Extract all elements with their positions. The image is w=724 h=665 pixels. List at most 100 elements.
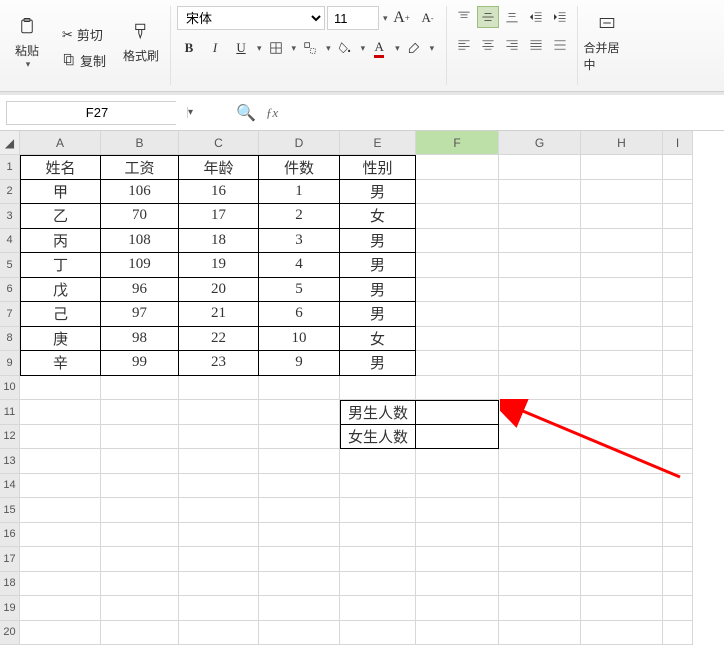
search-icon[interactable]: 🔍 [236,103,256,123]
cell[interactable] [581,572,663,597]
cell[interactable] [581,229,663,254]
row-header[interactable]: 4 [0,229,20,254]
cell[interactable]: 109 [101,253,179,278]
cell[interactable] [416,425,499,450]
cell[interactable] [20,572,101,597]
cell[interactable]: 5 [259,278,340,303]
cell[interactable] [20,400,101,425]
font-color-button[interactable]: A [367,36,391,60]
cell[interactable] [259,523,340,548]
col-header-D[interactable]: D [259,131,340,155]
cell[interactable] [663,229,693,254]
cell[interactable]: 9 [259,351,340,376]
cell[interactable] [20,621,101,646]
cell[interactable] [101,425,179,450]
cell[interactable] [101,376,179,401]
cell[interactable]: 戊 [20,278,101,303]
cell[interactable] [499,204,581,229]
align-top-button[interactable] [453,6,475,28]
name-box[interactable]: ▾ [6,101,176,125]
cell[interactable]: 女 [340,204,416,229]
cell[interactable] [179,621,259,646]
cell[interactable] [416,302,499,327]
cell[interactable] [416,376,499,401]
cell[interactable] [581,155,663,180]
cell[interactable]: 性别 [340,155,416,180]
cell[interactable]: 99 [101,351,179,376]
cell[interactable] [179,376,259,401]
cell[interactable]: 20 [179,278,259,303]
cell[interactable] [259,400,340,425]
cell[interactable] [340,596,416,621]
cell[interactable] [416,621,499,646]
cell[interactable] [259,474,340,499]
cell[interactable] [581,498,663,523]
row-header[interactable]: 20 [0,621,20,646]
cell[interactable] [20,376,101,401]
row-header[interactable]: 18 [0,572,20,597]
cell[interactable]: 96 [101,278,179,303]
cell[interactable] [20,498,101,523]
cell[interactable] [663,180,693,205]
cell[interactable]: 姓名 [20,155,101,180]
cell[interactable] [416,278,499,303]
cell[interactable] [101,523,179,548]
cell[interactable] [416,253,499,278]
cell[interactable] [340,572,416,597]
select-all-corner[interactable]: ◢ [0,131,20,155]
cell[interactable] [663,327,693,352]
cell[interactable] [416,474,499,499]
cell[interactable] [663,523,693,548]
cell[interactable] [340,523,416,548]
cell[interactable]: 己 [20,302,101,327]
align-center-button[interactable] [477,34,499,56]
distribute-button[interactable] [549,34,571,56]
cell[interactable] [259,621,340,646]
cell[interactable] [416,572,499,597]
align-middle-button[interactable] [477,6,499,28]
cell[interactable] [416,400,499,425]
cell[interactable] [20,425,101,450]
cell[interactable]: 女生人数 [340,425,416,450]
row-header[interactable]: 3 [0,204,20,229]
cell[interactable] [340,474,416,499]
col-header-G[interactable]: G [499,131,581,155]
cell[interactable] [259,376,340,401]
cell[interactable] [581,523,663,548]
cell[interactable] [259,449,340,474]
align-left-button[interactable] [453,34,475,56]
cell[interactable] [663,425,693,450]
cell[interactable] [259,547,340,572]
cell[interactable] [259,572,340,597]
cell[interactable]: 17 [179,204,259,229]
cell[interactable] [416,523,499,548]
cell[interactable]: 男生人数 [340,400,416,425]
align-right-button[interactable] [501,34,523,56]
col-header-I[interactable]: I [663,131,693,155]
cell[interactable] [499,449,581,474]
cell[interactable] [581,302,663,327]
cell[interactable] [499,180,581,205]
cell[interactable]: 男 [340,229,416,254]
cell[interactable] [663,376,693,401]
cell[interactable] [663,621,693,646]
cell[interactable] [259,425,340,450]
cell[interactable]: 男 [340,180,416,205]
paste-button[interactable]: 粘贴 ▾ [4,6,50,76]
cell[interactable] [581,327,663,352]
copy-button[interactable]: 复制 [58,50,110,72]
cell[interactable]: 男 [340,302,416,327]
row-header[interactable]: 8 [0,327,20,352]
cell[interactable] [581,204,663,229]
font-name-select[interactable]: 宋体 [177,6,325,30]
col-header-C[interactable]: C [179,131,259,155]
cell[interactable]: 106 [101,180,179,205]
cell[interactable] [663,400,693,425]
cell[interactable] [101,596,179,621]
cell[interactable] [499,253,581,278]
cell[interactable] [581,376,663,401]
cell[interactable] [663,302,693,327]
cell[interactable]: 16 [179,180,259,205]
row-header[interactable]: 15 [0,498,20,523]
cell[interactable] [499,376,581,401]
